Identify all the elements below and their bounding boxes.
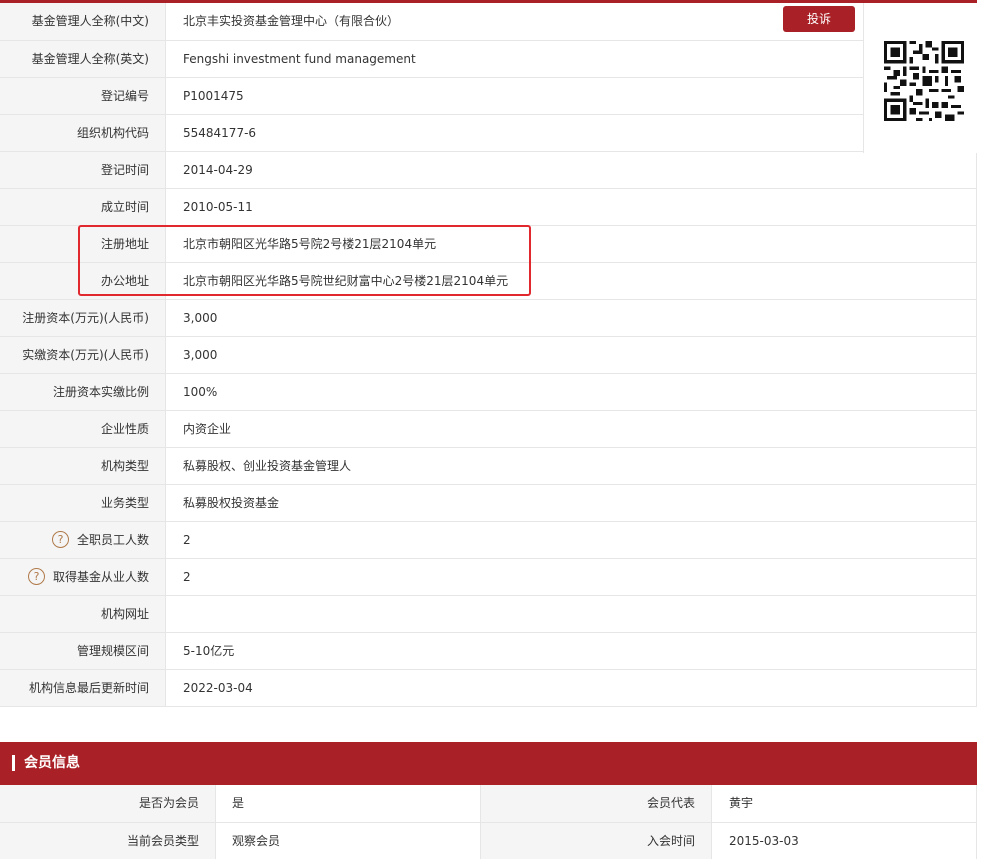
row-label-text: 取得基金从业人数 xyxy=(52,570,149,584)
member-label: 会员代表 xyxy=(480,785,712,822)
row-value: 2014-04-29 xyxy=(183,163,253,177)
info-row-scale-range: 管理规模区间 5-10亿元 xyxy=(0,632,976,669)
member-row: 是否为会员 是 会员代表 黄宇 xyxy=(0,785,976,822)
row-label: 组织机构代码 xyxy=(0,115,166,151)
row-label: 登记编号 xyxy=(0,78,166,114)
row-value: 北京丰实投资基金管理中心（有限合伙） xyxy=(183,14,400,28)
info-row-registered-capital: 注册资本(万元)(人民币) 3,000 xyxy=(0,299,976,336)
info-row-paid-ratio: 注册资本实缴比例 100% xyxy=(0,373,976,410)
member-value: 观察会员 xyxy=(232,834,281,848)
row-value: 私募股权投资基金 xyxy=(183,496,280,510)
row-value: 100% xyxy=(183,385,218,399)
member-value: 黄宇 xyxy=(729,796,754,810)
row-value: 55484177-6 xyxy=(183,126,257,140)
row-label: 登记时间 xyxy=(0,152,166,188)
row-value: Fengshi investment fund management xyxy=(183,52,416,66)
row-label: ? 取得基金从业人数 xyxy=(0,559,166,595)
info-row-reg-number: 登记编号 P1001475 xyxy=(0,77,863,114)
row-label: 业务类型 xyxy=(0,485,166,521)
row-label-text: 全职员工人数 xyxy=(76,533,149,547)
row-value: 5-10亿元 xyxy=(183,644,235,658)
row-label: 注册资本实缴比例 xyxy=(0,374,166,410)
member-label: 入会时间 xyxy=(480,823,712,859)
info-row-name-cn: 基金管理人全称(中文) 北京丰实投资基金管理中心（有限合伙） xyxy=(0,3,863,40)
info-row-org-code: 组织机构代码 55484177-6 xyxy=(0,114,863,151)
info-row-fulltime-staff: ? 全职员工人数 2 xyxy=(0,521,976,558)
info-row-website: 机构网址 xyxy=(0,595,976,632)
info-row-org-type: 机构类型 私募股权、创业投资基金管理人 xyxy=(0,447,976,484)
info-row-founded-date: 成立时间 2010-05-11 xyxy=(0,188,976,225)
row-value: 内资企业 xyxy=(183,422,232,436)
row-label: 企业性质 xyxy=(0,411,166,447)
row-value: P1001475 xyxy=(183,89,244,103)
manager-info-table: 基金管理人全称(中文) 北京丰实投资基金管理中心（有限合伙） 基金管理人全称(英… xyxy=(0,3,977,707)
info-row-qualified-staff: ? 取得基金从业人数 2 xyxy=(0,558,976,595)
row-label: 机构网址 xyxy=(0,596,166,632)
qr-code-icon xyxy=(884,41,964,121)
info-row-business-type: 业务类型 私募股权投资基金 xyxy=(0,484,976,521)
section-marker xyxy=(12,755,15,771)
row-label: 成立时间 xyxy=(0,189,166,225)
info-row-name-en: 基金管理人全称(英文) Fengshi investment fund mana… xyxy=(0,40,863,77)
row-value: 2 xyxy=(183,533,191,547)
row-label: 管理规模区间 xyxy=(0,633,166,669)
qr-code-panel xyxy=(863,3,977,153)
row-value: 2 xyxy=(183,570,191,584)
row-label: 机构信息最后更新时间 xyxy=(0,670,166,706)
member-value: 2015-03-03 xyxy=(729,834,799,848)
member-label: 是否为会员 xyxy=(0,785,216,822)
row-value: 3,000 xyxy=(183,311,218,325)
member-section-header: 会员信息 xyxy=(0,742,977,785)
row-value: 3,000 xyxy=(183,348,218,362)
member-value: 是 xyxy=(232,796,245,810)
info-row-enterprise-nature: 企业性质 内资企业 xyxy=(0,410,976,447)
row-label: 实缴资本(万元)(人民币) xyxy=(0,337,166,373)
complain-button[interactable]: 投诉 xyxy=(783,6,855,32)
address-highlight-box xyxy=(78,225,531,296)
row-value: 私募股权、创业投资基金管理人 xyxy=(183,459,352,473)
row-label: 基金管理人全称(英文) xyxy=(0,41,166,77)
info-row-paid-capital: 实缴资本(万元)(人民币) 3,000 xyxy=(0,336,976,373)
help-icon[interactable]: ? xyxy=(27,568,45,585)
section-title: 会员信息 xyxy=(24,755,80,771)
member-row: 当前会员类型 观察会员 入会时间 2015-03-03 xyxy=(0,822,976,859)
row-label: 注册资本(万元)(人民币) xyxy=(0,300,166,336)
help-icon[interactable]: ? xyxy=(51,531,69,548)
row-label: 机构类型 xyxy=(0,448,166,484)
member-label: 当前会员类型 xyxy=(0,823,216,859)
row-value: 2022-03-04 xyxy=(183,681,253,695)
row-label: 基金管理人全称(中文) xyxy=(0,3,166,40)
info-row-last-updated: 机构信息最后更新时间 2022-03-04 xyxy=(0,669,976,706)
info-row-reg-date: 登记时间 2014-04-29 xyxy=(0,151,976,188)
member-info-table: 是否为会员 是 会员代表 黄宇 当前会员类型 观察会员 入会时间 2015-03… xyxy=(0,785,977,859)
row-value: 2010-05-11 xyxy=(183,200,253,214)
row-label: ? 全职员工人数 xyxy=(0,522,166,558)
